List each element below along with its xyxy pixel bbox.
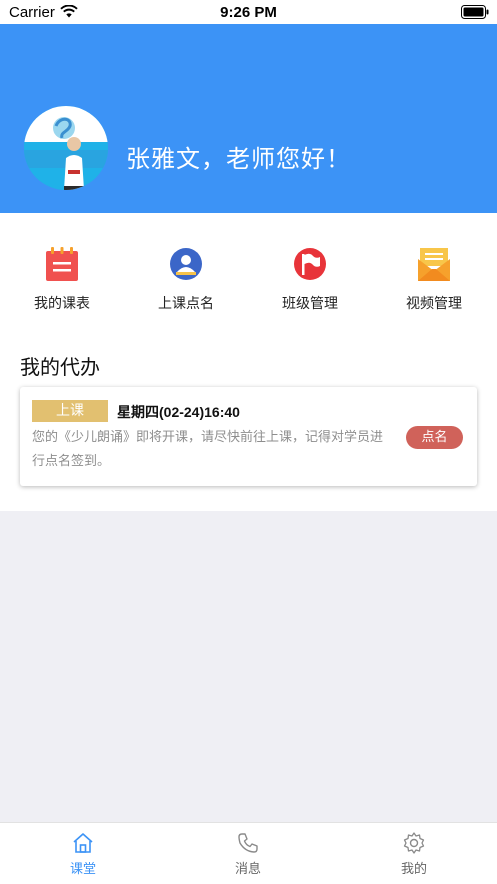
clock: 9:26 PM <box>220 4 277 21</box>
shortcut-label: 视频管理 <box>406 296 462 312</box>
shortcut-panel: 我的课表 上课点名 班级管理 视频管理 我的代办 上课 星期四(02-24)16… <box>0 213 497 511</box>
shortcut-label: 我的课表 <box>34 296 90 312</box>
avatar[interactable] <box>24 106 108 190</box>
calendar-icon <box>46 247 78 281</box>
todo-card[interactable]: 上课 星期四(02-24)16:40 您的《少儿朗诵》即将开课，请尽快前往上课，… <box>20 387 477 486</box>
greeting-text: 张雅文，老师您好！ <box>126 145 351 173</box>
flag-icon <box>294 248 326 280</box>
profile-header: 张雅文，老师您好！ <box>0 24 497 213</box>
shortcut-roll-call[interactable]: 上课点名 <box>136 245 236 313</box>
tab-messages[interactable]: 消息 <box>188 831 308 877</box>
tab-label: 消息 <box>234 862 261 877</box>
tab-bar: 课堂 消息 我的 <box>0 822 497 884</box>
shortcut-label: 班级管理 <box>282 296 338 312</box>
home-icon <box>73 833 93 853</box>
shortcut-my-schedule[interactable]: 我的课表 <box>12 245 112 313</box>
phone-icon <box>238 833 258 853</box>
mail-icon <box>418 248 450 281</box>
tab-mine[interactable]: 我的 <box>354 831 474 877</box>
battery-icon <box>461 5 489 19</box>
avatar-image <box>24 106 108 190</box>
user-card-icon <box>170 248 202 280</box>
shortcut-class-management[interactable]: 班级管理 <box>260 245 360 313</box>
shortcut-video-management[interactable]: 视频管理 <box>384 245 484 313</box>
todo-description: 您的《少儿朗诵》即将开课，请尽快前往上课，记得对学员进行点名签到。 <box>32 430 384 469</box>
tab-label: 课堂 <box>69 862 96 877</box>
status-bar: Carrier 9:26 PM <box>0 0 497 24</box>
todo-section-title: 我的代办 <box>20 355 100 379</box>
roll-call-button[interactable]: 点名 <box>406 426 463 449</box>
status-badge: 上课 <box>32 400 108 422</box>
tab-label: 我的 <box>400 862 427 877</box>
todo-datetime: 星期四(02-24)16:40 <box>117 404 240 420</box>
gear-icon <box>403 832 425 854</box>
shortcut-label: 上课点名 <box>158 296 214 312</box>
tab-classroom[interactable]: 课堂 <box>23 831 143 877</box>
